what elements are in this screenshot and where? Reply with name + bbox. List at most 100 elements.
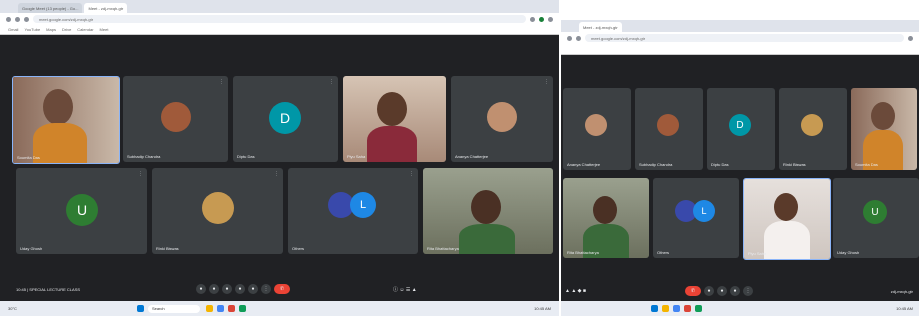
weather: 30°C (8, 306, 17, 311)
bookmarks-bar (561, 44, 919, 55)
mic-icon[interactable]: ● (196, 284, 206, 294)
browser-tab[interactable]: Google Meet (13 people) - Go... (18, 3, 83, 13)
meeting-info: 10:45 | SPECIAL LECTURE CLASS (16, 286, 81, 292)
participant-name: Ananya Chatterjee (455, 154, 489, 159)
tray-time: 10:45 AM (534, 306, 551, 311)
bookmark[interactable]: YouTube (24, 27, 40, 32)
back-icon[interactable] (567, 35, 572, 41)
participant-tile[interactable]: Soumita Das (12, 76, 120, 164)
participant-name: Piyu Saha (748, 251, 767, 256)
bookmark[interactable]: Calendar (77, 27, 93, 32)
participant-tile[interactable]: U Uday Ghosh (833, 178, 919, 258)
participant-tile[interactable]: Rita Bhattacharya (423, 168, 553, 254)
side-panel-icons[interactable]: ⓘ ☺ ☰ ▲ (393, 286, 417, 293)
participant-name: Ananya Chatterjee (567, 162, 601, 167)
taskbar-search[interactable]: Search (147, 304, 200, 313)
present-icon[interactable]: ● (248, 284, 258, 294)
participant-tile[interactable]: ⋮ Subhadip Chandra (123, 76, 228, 162)
browser-chrome: Google Meet (13 people) - Go... Meet - z… (0, 0, 559, 35)
participant-tile[interactable]: Piyu Saha (343, 76, 446, 162)
raise-hand-icon[interactable]: ● (235, 284, 245, 294)
bookmark[interactable]: Meet (100, 27, 109, 32)
more-options-icon[interactable]: ⋮ (219, 79, 224, 85)
more-icon[interactable]: ⋮ (743, 286, 753, 296)
captions-icon[interactable]: ● (222, 284, 232, 294)
menu-icon[interactable] (908, 35, 913, 41)
avatar: D (729, 114, 751, 136)
browser-tab-active[interactable]: Meet - zdj-mxqh-gtr (84, 3, 128, 13)
avatar (657, 114, 679, 136)
camera-icon[interactable]: ● (717, 286, 727, 296)
app-icon[interactable] (238, 305, 246, 312)
meeting-controls: ▲ ▲ ◆ ■ ✆ ● ● ● ⋮ zdj-mxqh-gtr (561, 284, 919, 298)
present-icon[interactable]: ● (730, 286, 740, 296)
more-options-icon[interactable]: ⋮ (329, 79, 334, 85)
avatar: U (863, 200, 887, 224)
participant-tile[interactable]: Subhadip Chandra (635, 88, 703, 170)
browser-tab-active[interactable]: Meet - zdj-mxqh-gtr (579, 22, 622, 32)
avatar (801, 114, 823, 136)
start-icon[interactable] (136, 305, 144, 312)
participant-name: Rita Bhattacharya (427, 246, 459, 251)
avatar (202, 192, 234, 224)
reload-icon[interactable] (576, 35, 581, 41)
participant-name: Rinki Biswas (156, 246, 179, 251)
meeting-info: zdj-mxqh-gtr (890, 288, 913, 294)
participant-name: Piyu Saha (347, 154, 366, 159)
leave-call-button[interactable]: ✆ (685, 286, 701, 296)
menu-icon[interactable] (548, 16, 553, 22)
app-icon[interactable] (227, 305, 235, 312)
participant-tile[interactable]: ⋮ Rinki Biswas (152, 168, 283, 254)
more-icon[interactable]: ⋮ (261, 284, 271, 294)
participant-tile[interactable]: Rita Bhattacharya (563, 178, 649, 258)
participant-tile[interactable]: ⋮ L Others (288, 168, 418, 254)
forward-icon[interactable] (15, 16, 20, 22)
participant-tile[interactable]: L Others (653, 178, 739, 258)
participant-tile[interactable]: Rinki Biswas (779, 88, 847, 170)
chrome-icon[interactable] (216, 305, 224, 312)
back-icon[interactable] (6, 16, 11, 22)
participant-name: Uday Ghosh (837, 250, 860, 255)
explorer-icon[interactable] (662, 305, 669, 312)
participant-tile[interactable]: D Diptu Das (707, 88, 775, 170)
more-options-icon[interactable]: ⋮ (409, 171, 414, 177)
left-screenshot: Google Meet (13 people) - Go... Meet - z… (0, 0, 559, 316)
more-options-icon[interactable]: ⋮ (138, 171, 143, 177)
participant-name: Others (292, 246, 305, 251)
more-options-icon[interactable]: ⋮ (274, 171, 279, 177)
camera-icon[interactable]: ● (209, 284, 219, 294)
leave-call-button[interactable]: ✆ (274, 284, 290, 294)
bookmark[interactable]: Gmail (8, 27, 18, 32)
side-panel-icons[interactable]: ▲ ▲ ◆ ■ (565, 288, 685, 294)
participant-tile[interactable]: Soumita Das (851, 88, 917, 170)
participant-tile[interactable]: ⋮ U Uday Ghosh (16, 168, 147, 254)
app-icon[interactable] (684, 305, 691, 312)
participant-name: Subhadip Chandra (127, 154, 161, 159)
participant-tile[interactable]: Ananya Chatterjee (563, 88, 631, 170)
explorer-icon[interactable] (205, 305, 213, 312)
participant-tile[interactable]: Piyu Saha (743, 178, 831, 260)
start-icon[interactable] (651, 305, 658, 312)
participant-name: Diptu Das (711, 162, 729, 167)
mic-icon[interactable]: ● (704, 286, 714, 296)
participant-tile[interactable]: ⋮ Ananya Chatterjee (451, 76, 553, 162)
taskbar: 10:45 AM (561, 301, 919, 316)
app-icon[interactable] (695, 305, 702, 312)
url-input[interactable]: meet.google.com/zdj-mxqh-gtr (585, 34, 904, 42)
participant-name: Others (657, 250, 670, 255)
browser-chrome: Meet - zdj-mxqh-gtr meet.google.com/zdj-… (561, 20, 919, 55)
avatar: D (269, 102, 301, 134)
extension-icon[interactable] (530, 16, 535, 22)
bookmark[interactable]: Drive (62, 27, 71, 32)
url-input[interactable]: meet.google.com/zdj-mxqh-gtr (33, 15, 526, 23)
taskbar: 30°C Search 10:45 AM (0, 301, 559, 316)
more-options-icon[interactable]: ⋮ (544, 79, 549, 85)
participant-name: Rinki Biswas (783, 162, 806, 167)
bookmark[interactable]: Maps (46, 27, 56, 32)
participant-tile[interactable]: ⋮ D Diptu Das (233, 76, 338, 162)
bookmarks-bar: Gmail YouTube Maps Drive Calendar Meet (0, 25, 559, 35)
reload-icon[interactable] (24, 16, 29, 22)
chrome-icon[interactable] (673, 305, 680, 312)
avatar (585, 114, 607, 136)
profile-icon[interactable] (539, 16, 544, 22)
